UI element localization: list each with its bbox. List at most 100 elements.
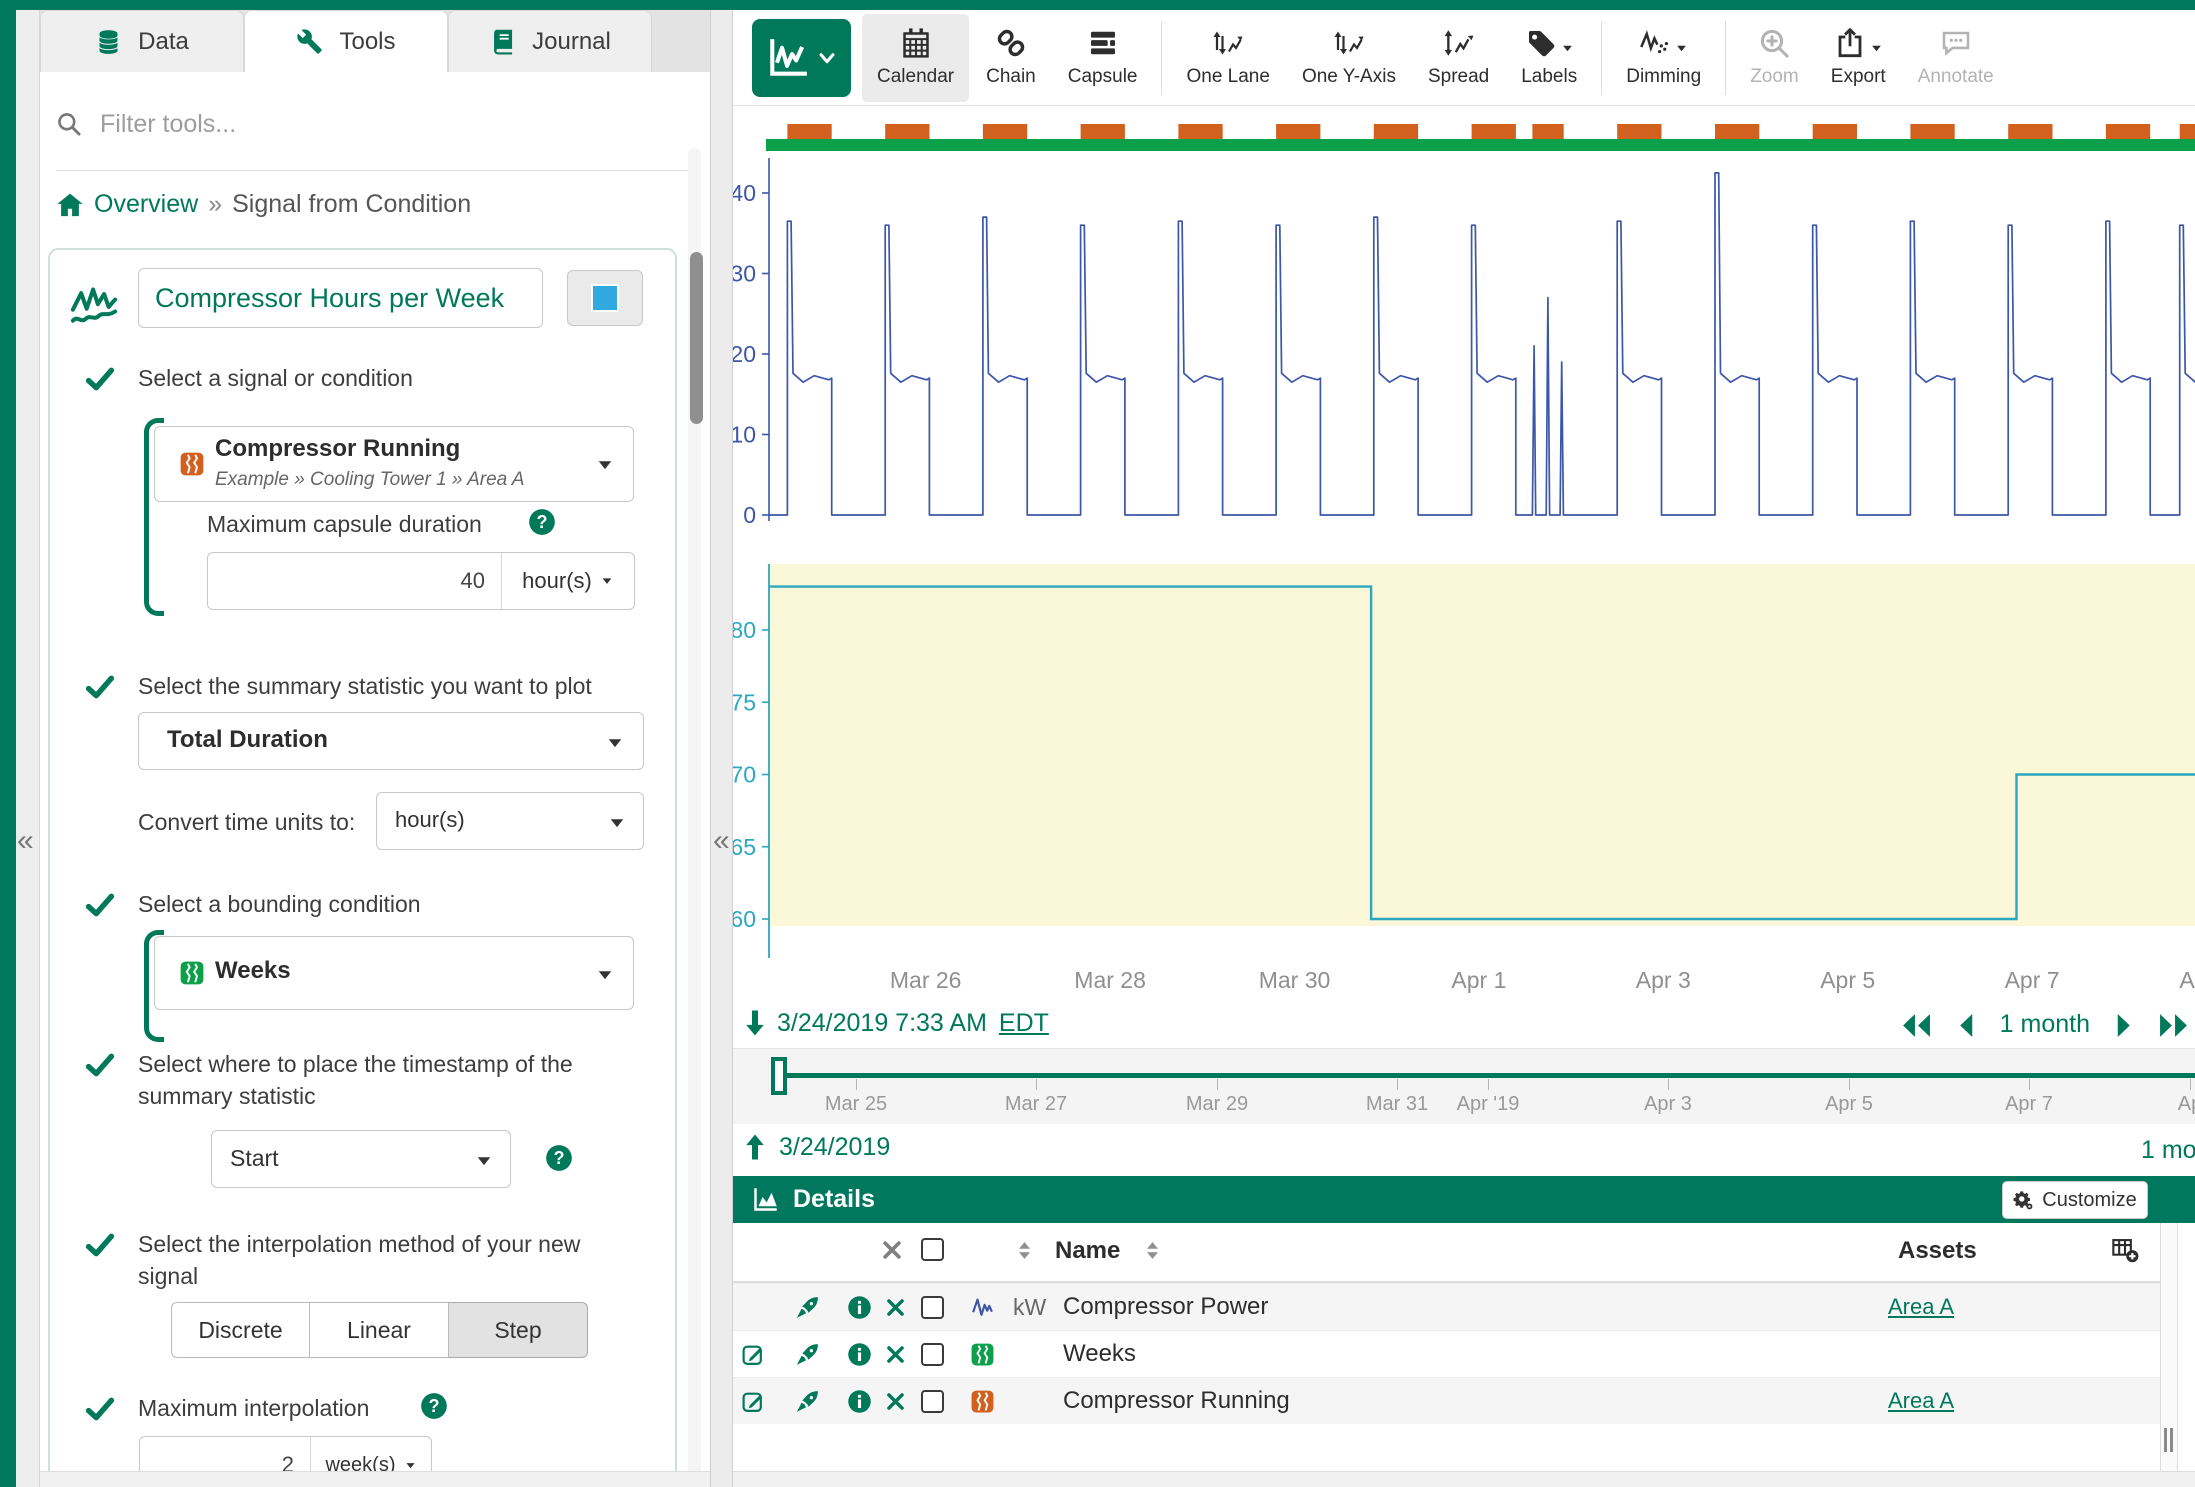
row-asset-link[interactable]: Area A xyxy=(1861,1294,1981,1320)
filter-tools-input[interactable] xyxy=(100,110,640,139)
row-name[interactable]: Compressor Running xyxy=(1063,1387,1290,1415)
left-collapse-gutter[interactable]: « xyxy=(16,10,40,1487)
add-column-icon[interactable] xyxy=(2111,1236,2139,1264)
info-icon[interactable] xyxy=(847,1389,872,1414)
tab-data[interactable]: Data xyxy=(40,10,244,72)
row-asset-link[interactable]: Area A xyxy=(1861,1388,1981,1414)
timezone-link[interactable]: EDT xyxy=(999,1009,1049,1038)
step-forward-icon[interactable] xyxy=(2116,1013,2132,1037)
sidebar-tabs: Data Tools Journal xyxy=(40,10,710,72)
toolbar-export-button[interactable]: Export xyxy=(1816,14,1901,102)
interp-linear-button[interactable]: Linear xyxy=(310,1302,449,1358)
convert-units-label: Convert time units to: xyxy=(138,806,355,838)
bounding-dropdown[interactable]: Weeks xyxy=(154,936,634,1010)
svg-text:30: 30 xyxy=(733,261,756,287)
stat-label: Select the summary statistic you want to… xyxy=(138,670,592,702)
step-back-full-icon[interactable] xyxy=(1901,1013,1932,1037)
remove-icon[interactable] xyxy=(885,1297,906,1318)
details-header-sliver xyxy=(2178,1176,2195,1223)
timestamp-select[interactable]: Start xyxy=(211,1130,511,1188)
help-icon[interactable]: ? xyxy=(420,1392,448,1420)
timebar[interactable]: Mar 25Mar 27Mar 29Mar 31Apr '19Apr 3Apr … xyxy=(733,1048,2195,1124)
row-name[interactable]: Weeks xyxy=(1063,1340,1136,1368)
investigate-start-label[interactable]: 3/24/2019 xyxy=(779,1133,890,1162)
tab-tools-label: Tools xyxy=(339,28,395,56)
row-checkbox[interactable] xyxy=(921,1296,944,1319)
investigate-range-start[interactable]: 3/24/2019 xyxy=(745,1132,890,1162)
breadcrumb: Overview » Signal from Condition xyxy=(56,190,471,219)
rocket-icon[interactable] xyxy=(795,1342,820,1367)
toolbar-one-lane-button[interactable]: One Lane xyxy=(1171,14,1284,102)
step-forward-full-icon[interactable] xyxy=(2158,1013,2189,1037)
toolbar-spread-button[interactable]: Spread xyxy=(1413,14,1504,102)
details-panel-header: Details Customize xyxy=(733,1176,2195,1223)
capsule-chip-icon xyxy=(970,1342,995,1367)
remove-icon[interactable] xyxy=(885,1344,906,1365)
sort-icon[interactable] xyxy=(1143,1241,1162,1260)
investigate-duration[interactable]: 1 month xyxy=(2141,1136,2195,1165)
info-icon[interactable] xyxy=(847,1295,872,1320)
help-icon[interactable]: ? xyxy=(528,508,556,536)
help-icon[interactable]: ? xyxy=(545,1144,573,1172)
step-back-icon[interactable] xyxy=(1958,1013,1974,1037)
compressor-running-capsule xyxy=(1617,124,1661,139)
display-range-start[interactable]: 3/24/2019 7:33 AM EDT xyxy=(745,1008,1049,1038)
panel-divider[interactable]: « xyxy=(710,10,733,1487)
wrench-icon xyxy=(296,28,323,55)
splitter-grip[interactable] xyxy=(2164,1428,2167,1452)
sort-icon[interactable] xyxy=(1015,1241,1034,1260)
max-capsule-value-input[interactable] xyxy=(207,552,502,610)
display-range-duration[interactable]: 1 month xyxy=(2000,1010,2090,1039)
sidebar-scrollbar-thumb[interactable] xyxy=(690,252,703,424)
timebar-tick xyxy=(1488,1079,1489,1090)
row-checkbox[interactable] xyxy=(921,1343,944,1366)
home-icon[interactable] xyxy=(56,191,84,219)
calendar-icon xyxy=(900,27,932,59)
result-name-input[interactable] xyxy=(138,268,543,328)
toolbar-chain-button[interactable]: Chain xyxy=(971,14,1051,102)
name-column-header[interactable]: Name xyxy=(1055,1237,1120,1265)
toolbar-labels-button[interactable]: Labels xyxy=(1506,14,1592,102)
color-picker-button[interactable] xyxy=(567,270,643,326)
tab-tools[interactable]: Tools xyxy=(244,10,448,72)
interp-discrete-button[interactable]: Discrete xyxy=(171,1302,310,1358)
splitter-grip[interactable] xyxy=(2170,1428,2173,1452)
max-capsule-unit-select[interactable]: hour(s) xyxy=(501,552,635,610)
signal-select-dropdown[interactable]: Compressor Running Example » Cooling Tow… xyxy=(154,426,634,502)
details-scrollbar[interactable] xyxy=(2160,1223,2178,1487)
rocket-icon[interactable] xyxy=(795,1295,820,1320)
toolbar-capsule-button[interactable]: Capsule xyxy=(1053,14,1153,102)
interp-step-button[interactable]: Step xyxy=(449,1302,588,1358)
trend-view-icon xyxy=(766,36,810,80)
collapse-sidebar-icon[interactable]: « xyxy=(713,826,730,856)
details-bottom-strip xyxy=(733,1471,2195,1487)
collapse-left-icon[interactable]: « xyxy=(17,826,34,856)
toolbar-one-y-axis-button[interactable]: One Y-Axis xyxy=(1287,14,1411,102)
tab-journal[interactable]: Journal xyxy=(448,10,652,72)
filter-tools-row xyxy=(56,102,676,146)
gears-icon xyxy=(2013,1190,2034,1211)
rocket-icon[interactable] xyxy=(795,1389,820,1414)
svg-text:Apr 7: Apr 7 xyxy=(2005,967,2060,993)
svg-text:Apr 3: Apr 3 xyxy=(1636,967,1691,993)
convert-units-select[interactable]: hour(s) xyxy=(376,792,644,850)
row-name[interactable]: Compressor Power xyxy=(1063,1293,1268,1321)
trend-chart[interactable]: 0102030406065707580Mar 26Mar 28Mar 30Apr… xyxy=(733,106,2195,1002)
view-mode-button[interactable] xyxy=(752,19,851,97)
edit-icon[interactable] xyxy=(741,1389,766,1414)
breadcrumb-overview[interactable]: Overview xyxy=(94,190,198,219)
toolbar-calendar-button[interactable]: Calendar xyxy=(862,14,969,102)
select-all-checkbox[interactable] xyxy=(921,1238,944,1261)
timebar-left-handle[interactable] xyxy=(771,1057,787,1095)
signal-select-value: Compressor Running xyxy=(215,435,460,463)
customize-button[interactable]: Customize xyxy=(2002,1181,2148,1219)
stat-dropdown[interactable]: Total Duration xyxy=(138,712,644,770)
timebar-label: Apr 3 xyxy=(1644,1093,1692,1116)
remove-icon[interactable] xyxy=(885,1391,906,1412)
toolbar-dimming-button[interactable]: Dimming xyxy=(1611,14,1716,102)
info-icon[interactable] xyxy=(847,1342,872,1367)
edit-icon[interactable] xyxy=(741,1342,766,1367)
assets-column-header[interactable]: Assets xyxy=(1898,1237,1977,1265)
row-checkbox[interactable] xyxy=(921,1390,944,1413)
display-range-start-label[interactable]: 3/24/2019 7:33 AM xyxy=(777,1009,987,1038)
